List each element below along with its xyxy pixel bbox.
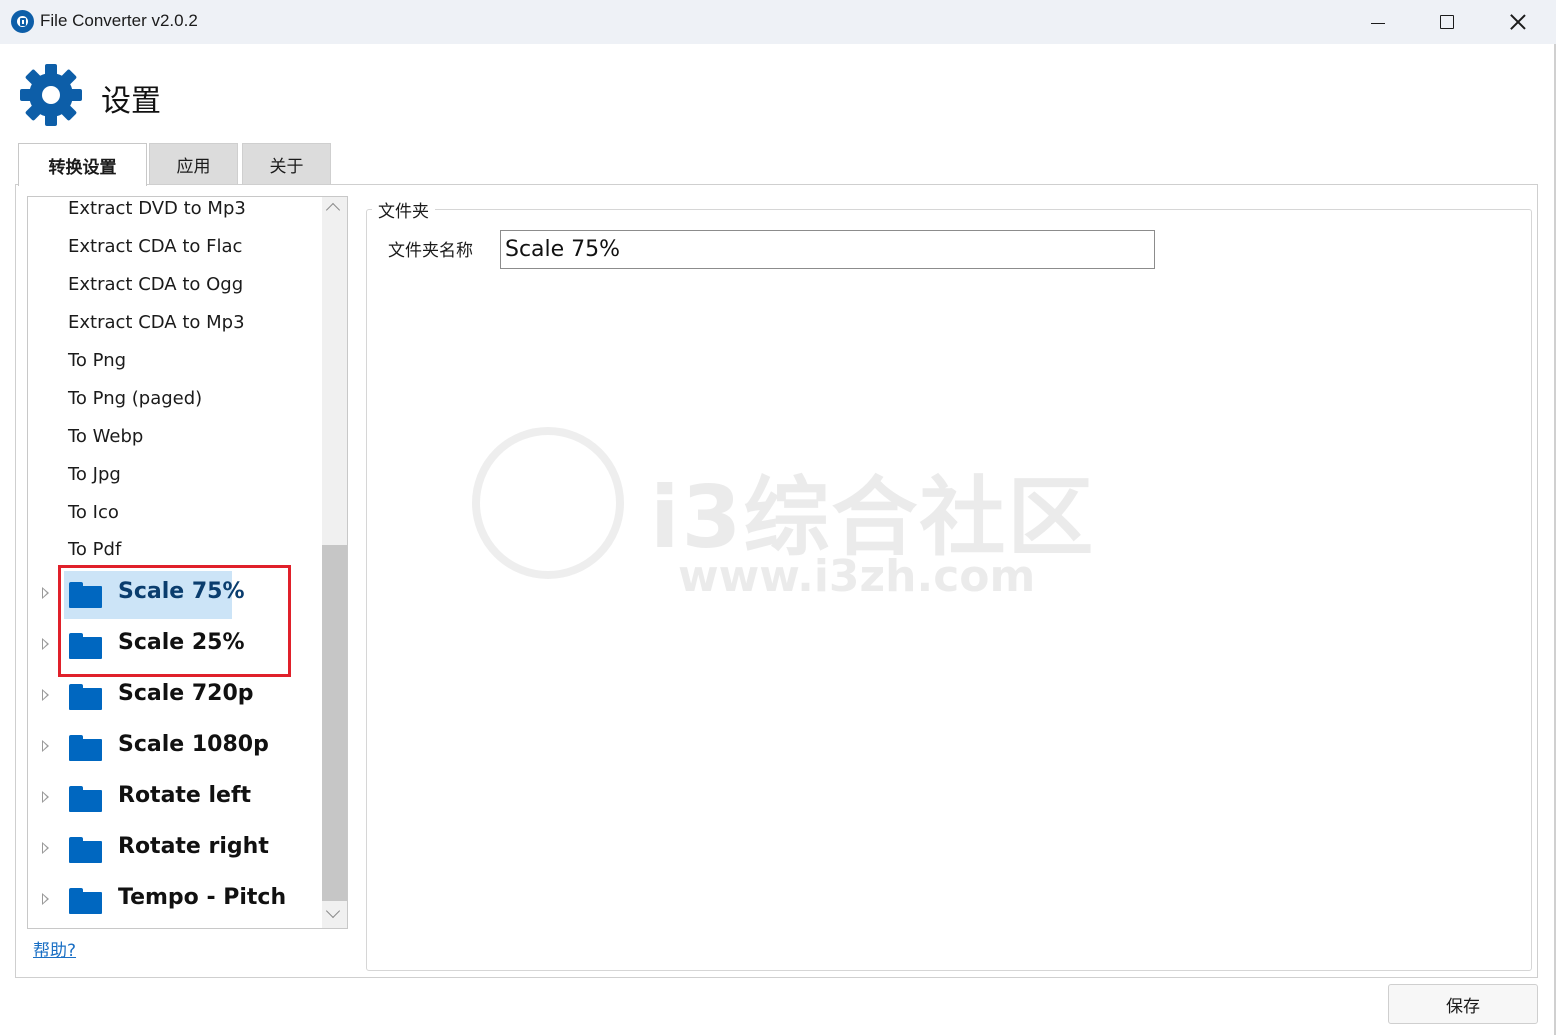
folder-name-input[interactable] xyxy=(500,230,1155,269)
tree-item[interactable]: Extract CDA to Ogg xyxy=(68,274,243,295)
folder-label: Rotate left xyxy=(118,783,252,808)
expand-arrow-icon[interactable] xyxy=(42,740,49,752)
tree-item[interactable]: To Png (paged) xyxy=(68,388,202,409)
scroll-up-icon[interactable] xyxy=(325,202,341,218)
folder-icon xyxy=(69,888,102,914)
page-title: 设置 xyxy=(101,84,161,119)
tree-scrollbar[interactable] xyxy=(322,197,347,928)
folder-groupbox xyxy=(366,209,1532,971)
tree-folder-scale-1080p[interactable]: Scale 1080p xyxy=(28,722,322,770)
tree-folder-rotate-left[interactable]: Rotate left xyxy=(28,773,322,821)
scroll-down-icon[interactable] xyxy=(325,903,341,919)
folder-label: Rotate right xyxy=(118,834,269,859)
title-bar[interactable]: File Converter v2.0.2 xyxy=(0,0,1556,44)
folder-label: Scale 720p xyxy=(118,681,254,706)
tree-folder-tempo-pitch[interactable]: Tempo - Pitch xyxy=(28,875,322,923)
folder-name-label: 文件夹名称 xyxy=(388,241,473,261)
tree-item[interactable]: Extract CDA to Mp3 xyxy=(68,312,245,333)
maximize-button[interactable] xyxy=(1412,0,1482,44)
expand-arrow-icon[interactable] xyxy=(42,893,49,905)
expand-arrow-icon[interactable] xyxy=(42,842,49,854)
help-link[interactable]: 帮助? xyxy=(33,936,76,961)
tree-folder-rotate-right[interactable]: Rotate right xyxy=(28,824,322,872)
folder-label: Scale 1080p xyxy=(118,732,269,757)
expand-arrow-icon[interactable] xyxy=(42,791,49,803)
minimize-icon xyxy=(1371,22,1385,24)
tab-conversion-settings[interactable]: 转换设置 xyxy=(18,143,147,186)
highlight-annotation-box xyxy=(58,565,291,677)
minimize-button[interactable] xyxy=(1343,0,1413,44)
folder-icon xyxy=(69,735,102,761)
tree-item[interactable]: To Ico xyxy=(68,502,119,523)
maximize-icon xyxy=(1440,15,1454,29)
tree-item[interactable]: To Png xyxy=(68,350,126,371)
tree-item[interactable]: To Jpg xyxy=(68,464,121,485)
tree-item[interactable]: Extract CDA to Flac xyxy=(68,236,242,257)
scroll-thumb[interactable] xyxy=(322,545,347,901)
tab-about[interactable]: 关于 xyxy=(242,143,331,185)
folder-icon xyxy=(69,837,102,863)
close-button[interactable] xyxy=(1483,0,1553,44)
app-window: File Converter v2.0.2 设置 转换设置 应用 关于 Extr… xyxy=(0,0,1556,1035)
tab-application[interactable]: 应用 xyxy=(149,143,238,185)
tree-item[interactable]: To Pdf xyxy=(68,539,121,560)
expand-arrow-icon[interactable] xyxy=(42,587,49,599)
folder-label: Tempo - Pitch xyxy=(118,885,287,910)
folder-icon xyxy=(69,786,102,812)
app-logo-icon xyxy=(11,10,34,33)
gear-icon xyxy=(20,64,82,126)
save-button[interactable]: 保存 xyxy=(1388,984,1538,1024)
tree-item[interactable]: To Webp xyxy=(68,426,143,447)
tree-item[interactable]: Extract DVD to Mp3 xyxy=(68,198,246,219)
folder-group-legend: 文件夹 xyxy=(372,197,435,222)
window-title: File Converter v2.0.2 xyxy=(40,11,198,30)
close-icon xyxy=(1510,14,1526,30)
tree-folder-scale-720p[interactable]: Scale 720p xyxy=(28,671,322,719)
preset-tree[interactable]: Extract DVD to Mp3 Extract CDA to Flac E… xyxy=(27,196,348,929)
folder-icon xyxy=(69,684,102,710)
expand-arrow-icon[interactable] xyxy=(42,689,49,701)
expand-arrow-icon[interactable] xyxy=(42,638,49,650)
